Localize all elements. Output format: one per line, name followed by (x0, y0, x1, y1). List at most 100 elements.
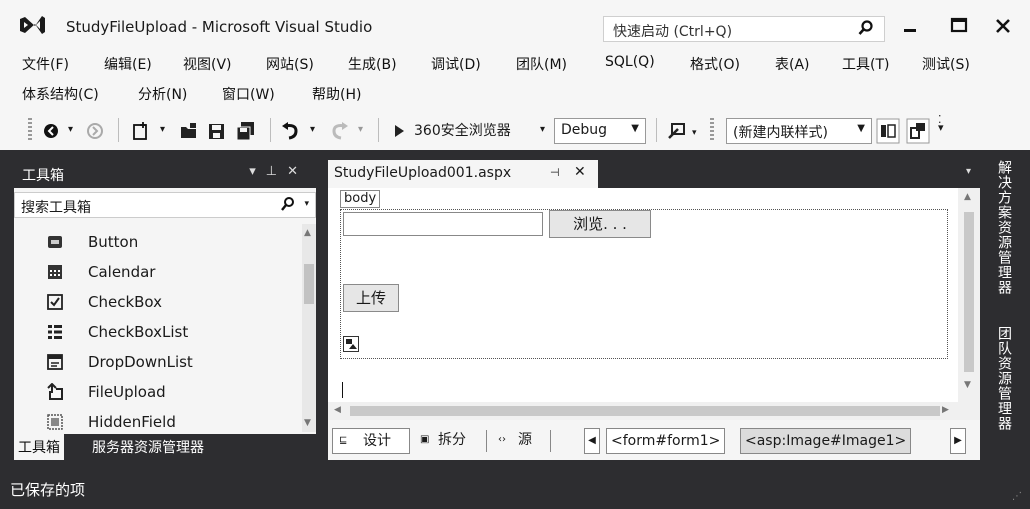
search-options-dropdown-icon[interactable]: ▾ (304, 199, 309, 209)
undo-icon[interactable] (280, 120, 302, 142)
hiddenfield-icon (47, 414, 63, 430)
run-browser-label[interactable]: 360安全浏览器 (414, 120, 511, 142)
search-icon[interactable] (281, 197, 295, 211)
save-all-icon[interactable] (234, 120, 258, 142)
solution-configuration-select[interactable]: Debug ▼ (554, 118, 646, 144)
toolbar-grip[interactable] (28, 118, 32, 142)
scroll-right-icon[interactable]: ▶ (942, 405, 949, 415)
quick-launch-input[interactable]: 快速启动 (Ctrl+Q) (603, 16, 885, 42)
tab-source[interactable]: ‹› 源 (494, 428, 542, 454)
form-container[interactable]: 浏览. . . 上传 (340, 209, 948, 359)
menu-test[interactable]: 测试(S) (922, 54, 970, 74)
show-overlay-icon[interactable] (876, 118, 900, 144)
tab-solution-explorer[interactable]: 解决方案资源管理器 (994, 160, 1014, 295)
menu-debug[interactable]: 调试(D) (431, 54, 481, 74)
style-application-icon[interactable] (906, 118, 930, 144)
redo-dropdown-icon[interactable]: ▾ (358, 124, 363, 146)
breadcrumb-form[interactable]: <form#form1> (606, 428, 726, 454)
close-button[interactable] (988, 13, 1018, 39)
toolbox-item-fileupload[interactable]: FileUpload (14, 378, 302, 406)
toolbox-search-input[interactable]: 搜索工具箱 ▾ (14, 192, 316, 218)
document-tab-title: StudyFileUpload001.aspx (334, 165, 512, 181)
navigate-forward-icon[interactable] (84, 120, 106, 142)
toolbox-scrollbar[interactable]: ▲ ▼ (302, 224, 316, 432)
scroll-up-icon[interactable]: ▲ (964, 192, 971, 202)
new-dropdown-icon[interactable]: ▾ (160, 124, 165, 146)
redo-icon[interactable] (328, 120, 350, 142)
scrollbar-thumb[interactable] (350, 406, 940, 416)
menu-website[interactable]: 网站(S) (266, 54, 314, 74)
toolbar-grip[interactable] (710, 118, 714, 142)
design-vertical-scrollbar[interactable]: ▲ ▼ (958, 188, 980, 420)
toolbox-item-dropdownlist[interactable]: DropDownList (14, 348, 302, 376)
breadcrumb-image[interactable]: <asp:Image#Image1> (740, 428, 912, 454)
new-project-icon[interactable] (130, 120, 152, 142)
menu-file[interactable]: 文件(F) (22, 54, 69, 74)
toolbox-item-calendar[interactable]: Calendar (14, 258, 302, 286)
menu-table[interactable]: 表(A) (775, 54, 810, 74)
menu-team[interactable]: 团队(M) (516, 54, 567, 74)
scrollbar-thumb[interactable] (304, 264, 314, 304)
menu-format[interactable]: 格式(O) (690, 54, 740, 74)
target-rule-select[interactable]: (新建内联样式) ▼ (726, 118, 872, 144)
open-file-icon[interactable] (178, 120, 200, 142)
menu-help[interactable]: 帮助(H) (312, 84, 361, 104)
calendar-icon (48, 265, 62, 279)
tab-document[interactable]: StudyFileUpload001.aspx ⊣ ✕ (328, 160, 598, 188)
start-debug-icon[interactable] (392, 120, 406, 142)
toolbox-item-list: Button Calendar CheckBox CheckBoxList Dr… (14, 224, 302, 432)
browse-button[interactable]: 浏览. . . (549, 210, 651, 238)
toolbox-tab-strip: 工具箱 服务器资源管理器 (14, 434, 316, 460)
menu-edit[interactable]: 编辑(E) (104, 54, 152, 74)
menu-analyze[interactable]: 分析(N) (138, 84, 187, 104)
resize-grip-icon[interactable]: ⋰ (1012, 491, 1022, 502)
source-view-label: 源 (518, 432, 532, 448)
close-tab-icon[interactable]: ✕ (574, 164, 586, 180)
scroll-up-icon[interactable]: ▲ (304, 228, 311, 238)
attach-process-icon[interactable] (666, 120, 688, 142)
toolbox-item-label: CheckBoxList (88, 323, 189, 341)
toolbar-separator (656, 118, 657, 142)
scrollbar-thumb[interactable] (964, 212, 974, 372)
menu-build[interactable]: 生成(B) (348, 54, 397, 74)
toolbar-overflow-icon[interactable]: ▾ (692, 128, 697, 150)
panel-window-controls[interactable]: ▾⊥✕ (249, 164, 308, 179)
back-dropdown-icon[interactable]: ▾ (68, 124, 73, 146)
toolbar-options-icon[interactable]: ⁚ ▾ (938, 114, 948, 138)
design-surface[interactable]: body 浏览. . . 上传 (328, 188, 958, 420)
crumb-previous-icon[interactable]: ◀ (584, 428, 600, 454)
tab-design[interactable]: ⊑ 设计 (332, 428, 410, 454)
visual-studio-logo-icon (20, 16, 45, 34)
toolbox-item-checkboxlist[interactable]: CheckBoxList (14, 318, 302, 346)
tab-server-explorer[interactable]: 服务器资源管理器 (88, 434, 208, 460)
run-browser-dropdown-icon[interactable]: ▾ (540, 124, 545, 146)
menu-view[interactable]: 视图(V) (183, 54, 232, 74)
maximize-button[interactable] (944, 13, 974, 39)
tab-split[interactable]: ▣ 拆分 (416, 428, 480, 454)
scroll-down-icon[interactable]: ▼ (964, 380, 971, 390)
undo-dropdown-icon[interactable]: ▾ (310, 124, 315, 146)
scroll-left-icon[interactable]: ◀ (334, 405, 341, 415)
scroll-down-icon[interactable]: ▼ (304, 418, 311, 428)
save-icon[interactable] (206, 120, 228, 142)
toolbox-item-hiddenfield[interactable]: HiddenField (14, 408, 302, 432)
design-horizontal-scrollbar[interactable]: ◀ ▶ (328, 402, 958, 420)
toolbox-item-checkbox[interactable]: CheckBox (14, 288, 302, 316)
crumb-next-icon[interactable]: ▶ (950, 428, 966, 454)
upload-button[interactable]: 上传 (343, 284, 399, 312)
tab-toolbox[interactable]: 工具箱 (14, 434, 64, 460)
toolbox-item-button[interactable]: Button (14, 228, 302, 256)
minimize-button[interactable] (895, 13, 925, 39)
view-separator (486, 430, 487, 452)
navigate-back-icon[interactable] (42, 120, 64, 142)
tab-team-explorer[interactable]: 团队资源管理器 (994, 326, 1014, 431)
menu-sql[interactable]: SQL(Q) (605, 54, 655, 70)
menu-window[interactable]: 窗口(W) (222, 84, 275, 104)
file-upload-field[interactable] (343, 212, 543, 236)
menu-tools[interactable]: 工具(T) (842, 54, 889, 74)
toolbox-item-label: DropDownList (88, 353, 193, 371)
menu-architecture[interactable]: 体系结构(C) (22, 84, 99, 104)
image-placeholder-icon[interactable] (343, 336, 359, 352)
document-list-dropdown-icon[interactable]: ▾ (966, 166, 971, 177)
pin-icon[interactable]: ⊣ (550, 166, 560, 179)
